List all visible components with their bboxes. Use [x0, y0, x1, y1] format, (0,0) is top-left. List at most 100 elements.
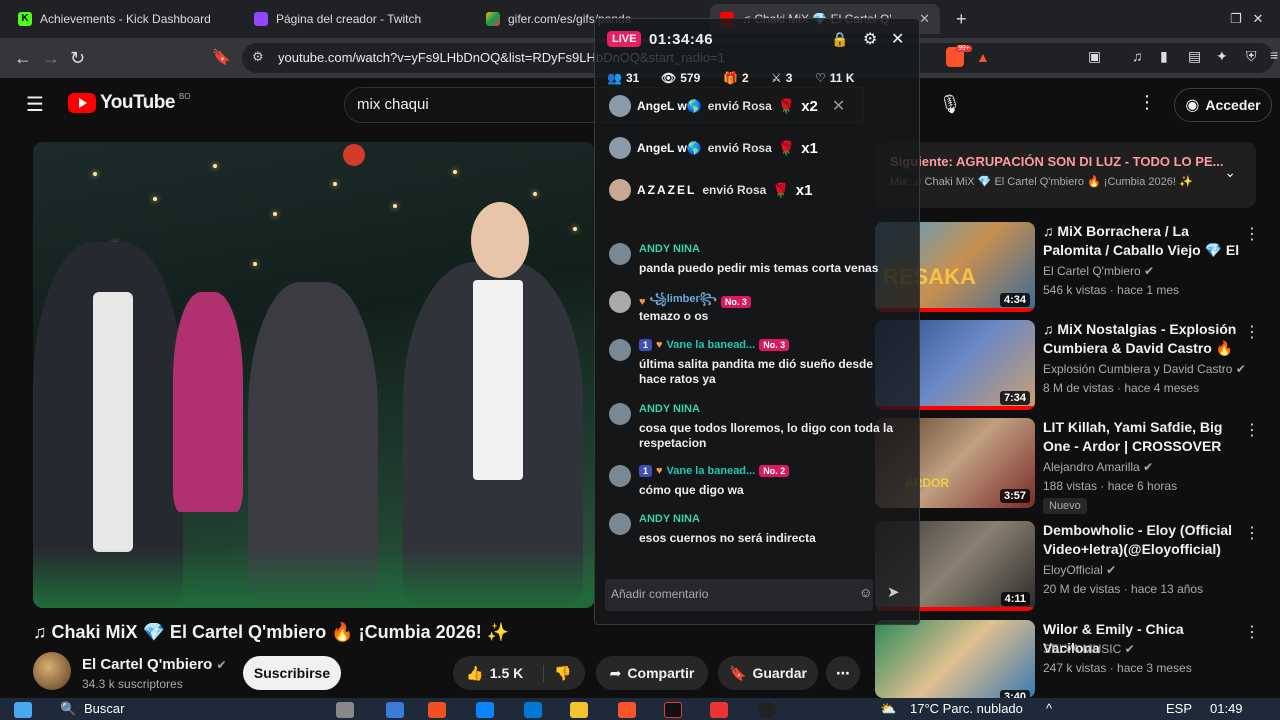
subscribe-button[interactable]: Suscribirse: [243, 656, 341, 690]
back-icon[interactable]: ←: [14, 48, 32, 69]
vpn-icon[interactable]: ⛨: [1246, 48, 1257, 65]
rec-title[interactable]: Dembowholic - Eloy (Official Video+letra…: [1043, 521, 1243, 559]
clock[interactable]: 01:49: [1210, 701, 1243, 716]
new-tab-button[interactable]: +: [946, 4, 976, 34]
microphone-icon[interactable]: 🎙: [939, 90, 962, 118]
recommendation-item[interactable]: 4:11 Dembowholic - Eloy (Official Video+…: [875, 521, 1270, 613]
file-explorer-icon[interactable]: [570, 702, 588, 718]
more-options-icon[interactable]: ⋮: [1244, 523, 1260, 543]
avatar: [609, 137, 631, 159]
chat-message: ANDY NINA panda puedo pedir mis temas co…: [609, 243, 909, 283]
outlook-icon[interactable]: [524, 702, 542, 718]
like-count[interactable]: 1.5 K: [490, 665, 523, 681]
obs-icon[interactable]: [758, 702, 776, 718]
channel-name[interactable]: El Cartel Q'mbiero ✔: [82, 656, 227, 673]
brave-rewards-icon[interactable]: ▲: [976, 49, 990, 65]
task-view-icon[interactable]: [336, 702, 354, 718]
raids-stat: ⚔ 3: [771, 71, 792, 85]
avatar: [609, 403, 631, 425]
video-thumbnail[interactable]: 3:40: [875, 620, 1035, 698]
message-text: cosa que todos lloremos, lo digo con tod…: [639, 421, 894, 450]
reader-mode-icon[interactable]: ▣: [1088, 48, 1101, 65]
subscriber-count: 34.3 k suscriptores: [82, 677, 183, 691]
tab-kick-dashboard[interactable]: K Achievements - Kick Dashboard: [8, 4, 228, 34]
comment-input[interactable]: Añadir comentario: [605, 579, 873, 611]
rec-channel[interactable]: EloyOfficial ✔: [1043, 563, 1116, 577]
chevron-down-icon[interactable]: ⌄: [1224, 164, 1236, 181]
more-options-icon[interactable]: ⋮: [1244, 622, 1260, 642]
music-icon[interactable]: ♫: [1132, 48, 1143, 64]
close-icon[interactable]: ✕: [891, 29, 904, 49]
recommendation-item[interactable]: 7:34 ♫ MiX Nostalgias - Explosión Cumbie…: [875, 320, 1270, 412]
chat-username[interactable]: ANDY NINA: [639, 403, 700, 415]
copilot-icon[interactable]: [386, 702, 404, 718]
app-te-icon[interactable]: [710, 702, 728, 718]
chat-username[interactable]: Vane la banead...: [667, 339, 756, 351]
share-button[interactable]: ➦ Compartir: [596, 656, 708, 690]
lock-icon[interactable]: 🔒: [831, 31, 848, 48]
settings-kebab-icon[interactable]: ⋮: [1138, 92, 1156, 113]
menu-icon[interactable]: ≡: [1270, 47, 1278, 63]
rec-title[interactable]: ♫ MiX Nostalgias - Explosión Cumbiera & …: [1043, 320, 1243, 358]
rec-channel[interactable]: El Cartel Q'mbiero ✔: [1043, 264, 1154, 278]
tiktok-icon[interactable]: [664, 702, 682, 718]
taskbar-search-label[interactable]: Buscar: [84, 701, 124, 716]
wallet-icon[interactable]: ▤: [1188, 48, 1201, 65]
rec-channel[interactable]: Explosión Cumbiera y David Castro ✔: [1043, 362, 1246, 376]
gear-icon[interactable]: ⚙: [863, 29, 877, 49]
emoji-icon[interactable]: ☺: [859, 585, 872, 600]
gift-user: AZAZEL: [637, 183, 697, 197]
windows-start-icon[interactable]: [14, 702, 32, 718]
more-options-icon[interactable]: ⋮: [1244, 322, 1260, 342]
video-title: ♫ Chaki MiX 💎 El Cartel Q'mbiero 🔥 ¡Cumb…: [33, 622, 510, 642]
save-button[interactable]: 🔖 Guardar: [718, 656, 818, 690]
rec-channel[interactable]: SELVA MUSIC ✔: [1043, 642, 1135, 656]
dislike-icon[interactable]: 👎: [543, 664, 572, 682]
users-icon: 👥: [607, 71, 622, 85]
chat-username[interactable]: Vane la banead...: [667, 465, 756, 477]
youtube-logo[interactable]: YouTube BO: [68, 92, 191, 114]
recommendation-item[interactable]: RESAKA 4:34 ♫ MiX Borrachera / La Palomi…: [875, 222, 1270, 314]
send-icon[interactable]: ➤: [887, 583, 900, 601]
reload-icon[interactable]: ↻: [70, 48, 85, 69]
rec-channel[interactable]: Alejandro Amarilla ✔: [1043, 460, 1153, 474]
window-restore-icon[interactable]: ❐ ✕: [1220, 4, 1280, 34]
chat-username[interactable]: ANDY NINA: [639, 513, 700, 525]
recommendation-item[interactable]: ARDOR 3:57 LIT Killah, Yami Safdie, Big …: [875, 418, 1270, 514]
rec-title[interactable]: LIT Killah, Yami Safdie, Big One - Ardor…: [1043, 418, 1243, 456]
forward-icon[interactable]: →: [42, 48, 60, 69]
close-icon[interactable]: ✕: [832, 96, 845, 116]
verified-icon: ✔: [1106, 563, 1117, 577]
close-tab-icon[interactable]: ✕: [919, 11, 930, 27]
share-icon: ➦: [609, 664, 622, 681]
weather-text[interactable]: 17°C Parc. nublado: [910, 701, 1023, 716]
language-indicator[interactable]: ESP: [1166, 701, 1192, 716]
recommendation-item[interactable]: 3:40 Wilor & Emily - Chica Vacilona SELV…: [875, 620, 1270, 698]
bookmark-icon[interactable]: 🔖: [212, 48, 231, 66]
duration-badge: 3:57: [999, 489, 1030, 503]
taskbar-search-icon[interactable]: 🔍: [60, 701, 76, 717]
edge-icon[interactable]: [476, 702, 494, 718]
verified-icon: ✔: [216, 658, 227, 672]
like-icon[interactable]: 👍: [466, 665, 483, 682]
sign-in-button[interactable]: ◉ Acceder: [1174, 88, 1272, 122]
rec-title[interactable]: ♫ MiX Borrachera / La Palomita / Caballo…: [1043, 222, 1243, 260]
video-player[interactable]: [33, 142, 595, 608]
more-options-icon[interactable]: ⋮: [1244, 420, 1260, 440]
store-icon[interactable]: [428, 702, 446, 718]
site-info-icon[interactable]: ⚙: [252, 49, 264, 65]
channel-avatar[interactable]: [33, 652, 71, 690]
tray-chevron-icon[interactable]: ^: [1046, 701, 1052, 716]
tab-twitch[interactable]: Página del creador - Twitch: [244, 4, 464, 34]
next-up-card[interactable]: Siguiente: AGRUPACIÓN SON DI LUZ - TODO …: [876, 142, 1256, 208]
more-actions-button[interactable]: ⋯: [826, 656, 860, 690]
leo-ai-icon[interactable]: ✦: [1216, 48, 1228, 65]
verified-icon: ✔: [1143, 460, 1154, 474]
chat-username[interactable]: ANDY NINA: [639, 243, 700, 255]
more-options-icon[interactable]: ⋮: [1244, 224, 1260, 244]
sidebar-icon[interactable]: ▮: [1160, 48, 1168, 65]
hamburger-menu-icon[interactable]: ☰: [26, 92, 44, 117]
brave-taskbar-icon[interactable]: [618, 702, 636, 718]
verified-icon: ✔: [1235, 362, 1246, 376]
kick-chat-overlay: LIVE 01:34:46 🔒 ⚙ ✕ 👥 31 👁 579 🎁 2 ⚔ 3 ♡ 11 K…: [594, 18, 920, 625]
